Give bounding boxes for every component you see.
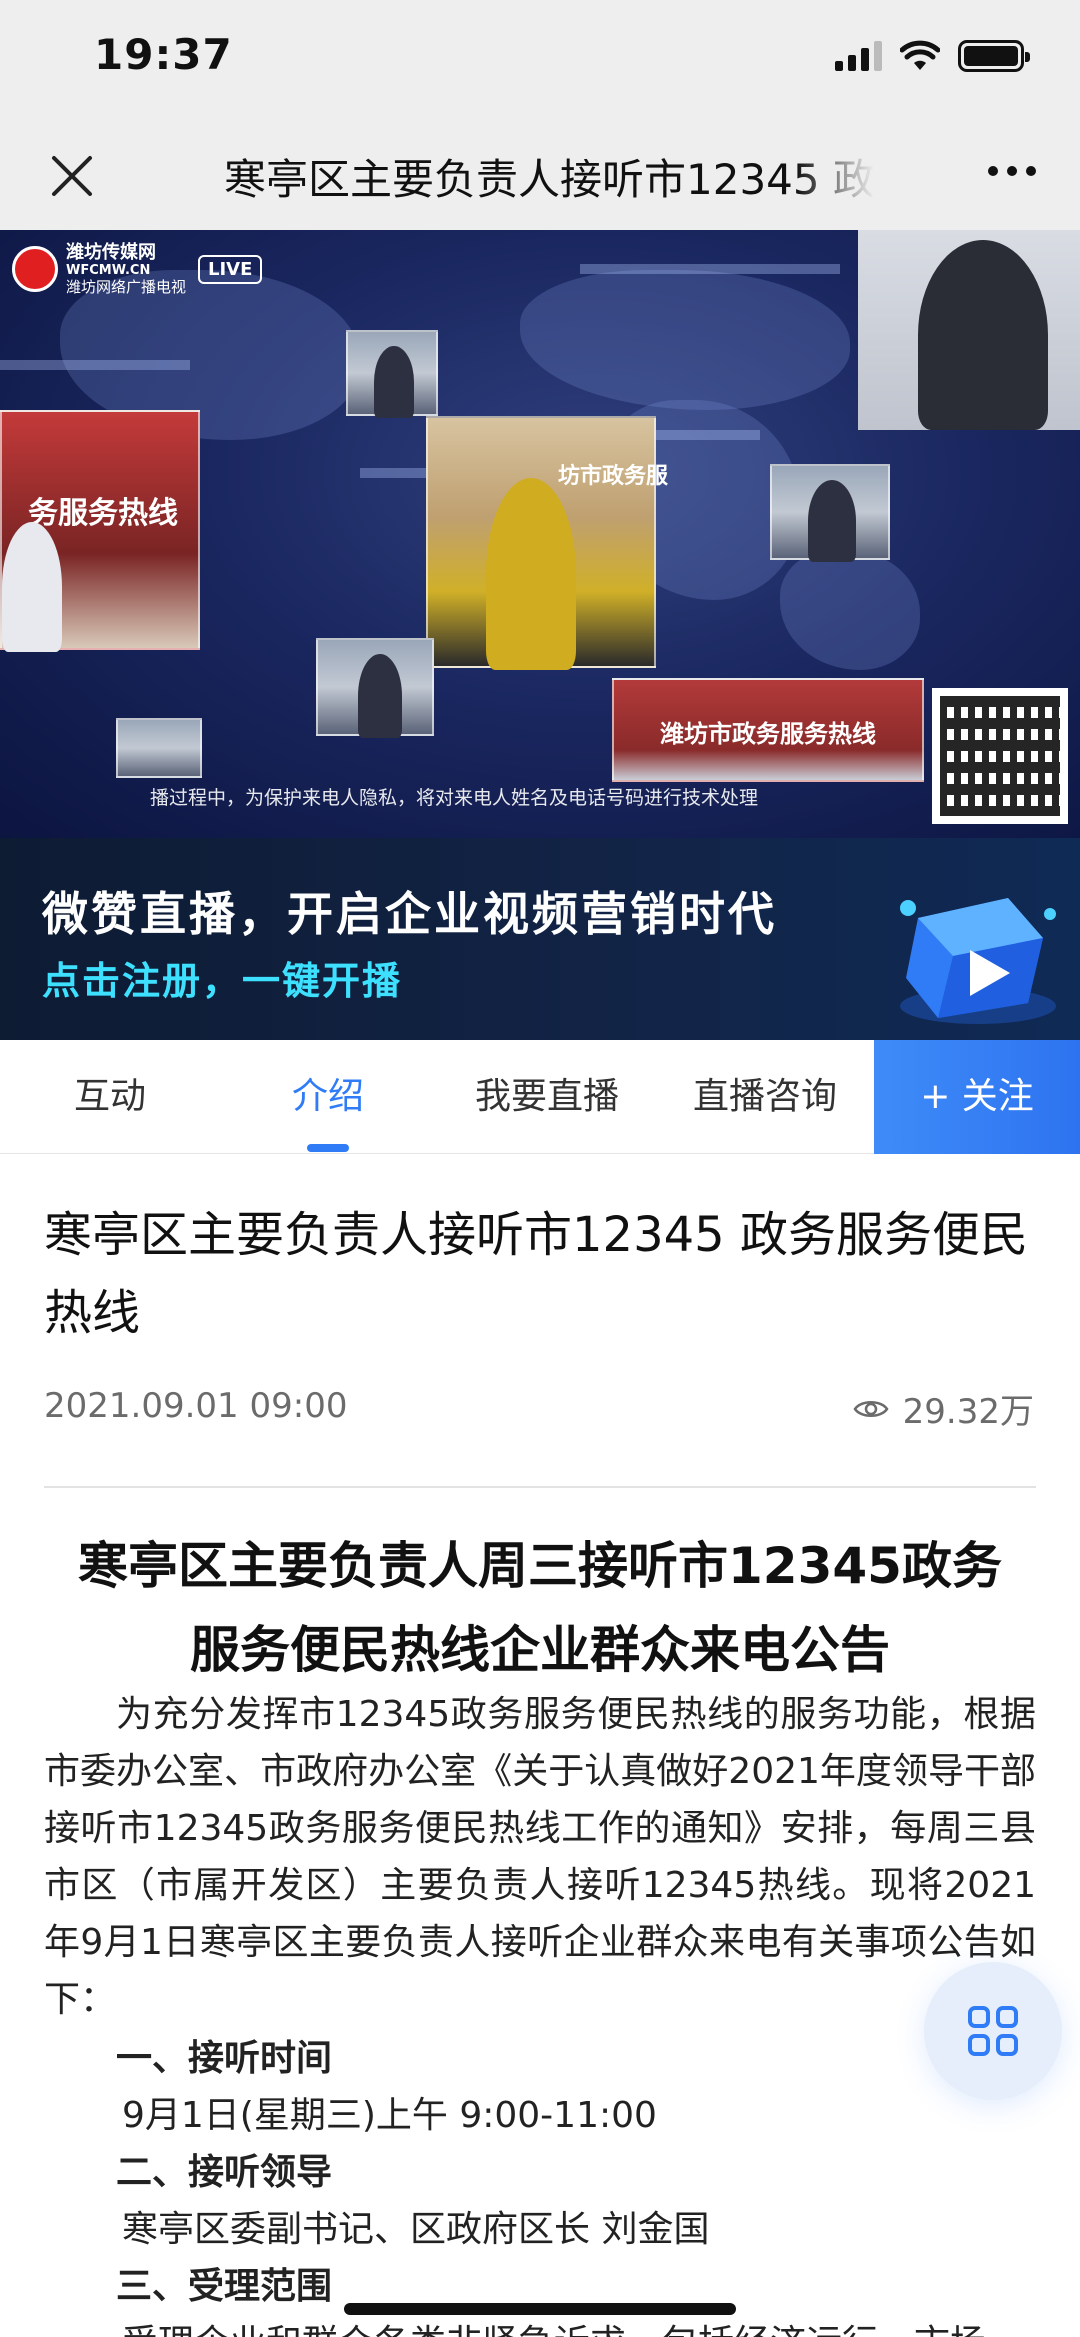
- video-panel-left: 务服务热线: [0, 410, 200, 652]
- video-panel-right: [770, 464, 890, 562]
- play-icon: [900, 898, 1056, 1024]
- status-icons: [835, 40, 1030, 72]
- status-time: 19:37: [94, 30, 233, 79]
- grid-icon: [968, 2006, 1018, 2056]
- video-panel-bottom: 潍坊市政务服务热线: [612, 678, 924, 782]
- home-indicator[interactable]: [344, 2303, 736, 2315]
- view-count-value: 29.32万: [902, 1392, 1034, 1432]
- battery-icon: [958, 40, 1030, 72]
- logo-line1: 潍坊传媒网: [66, 242, 156, 263]
- close-icon[interactable]: [44, 148, 100, 204]
- panel-center-label: 坊市政务服: [558, 464, 669, 489]
- video-panel-center: 坊市政务服: [426, 416, 668, 670]
- logo-line2: WFCMW.CN: [66, 263, 151, 278]
- station-logo-icon: [12, 246, 58, 292]
- section3-body: 受理企业和群众各类非紧急诉求，包括经济运行、市场: [44, 2315, 1036, 2337]
- video-panel-top-right: [858, 230, 1080, 430]
- tab-interaction[interactable]: 互动: [40, 1040, 180, 1154]
- notice-paragraph: 为充分发挥市12345政务服务便民热线的服务功能，根据市委办公室、市政府办公室《…: [44, 1694, 1036, 2020]
- nav-bar: 寒亭区主要负责人接听市12345 政务服务便民热线: [0, 120, 1080, 230]
- section2-body: 寒亭区委副书记、区政府区长 刘金国: [122, 2209, 710, 2250]
- ad-title: 微赞直播，开启企业视频营销时代: [42, 887, 777, 941]
- article-title: 寒亭区主要负责人接听市12345 政务服务便民热线: [44, 1207, 1028, 1341]
- qr-code: [932, 688, 1068, 824]
- tab-start-live[interactable]: 我要直播: [462, 1040, 632, 1154]
- video-caption: 播过程中，为保护来电人隐私，将对来电人姓名及电话号码进行技术处理: [150, 787, 759, 809]
- wifi-icon: [900, 40, 940, 70]
- eye-icon: [853, 1400, 889, 1417]
- live-badge: LIVE: [198, 254, 263, 284]
- tab-bar: 互动 介绍 我要直播 直播咨询 + 关注: [0, 1040, 1080, 1154]
- status-bar: 19:37: [0, 0, 1080, 120]
- video-panel-small-top: [346, 330, 438, 418]
- floating-menu-button[interactable]: [924, 1962, 1062, 2100]
- ad-subtitle: 点击注册，一键开播: [42, 959, 403, 1003]
- logo-line3: 潍坊网络广播电视: [66, 278, 187, 296]
- video-panel-small-bottom: [116, 718, 202, 778]
- panel-left-label: 务服务热线: [28, 496, 178, 531]
- notice-title: 寒亭区主要负责人周三接听市12345政务服务便民热线企业群众来电公告: [78, 1537, 1002, 1679]
- tab-active-indicator: [307, 1144, 349, 1152]
- ad-banner[interactable]: 微赞直播，开启企业视频营销时代 点击注册，一键开播: [0, 838, 1080, 1040]
- section1-head: 一、接听时间: [116, 2038, 333, 2079]
- live-video-player[interactable]: 潍坊传媒网 WFCMW.CN 潍坊网络广播电视 LIVE 务服务热线 坊市政务服…: [0, 230, 1080, 838]
- tab-intro[interactable]: 介绍: [258, 1040, 398, 1154]
- video-panel-small-mid: [316, 638, 434, 738]
- more-icon[interactable]: [988, 166, 1036, 176]
- publish-date: 2021.09.01 09:00: [44, 1386, 348, 1426]
- tab-live-consult[interactable]: 直播咨询: [680, 1040, 850, 1154]
- nav-title: 寒亭区主要负责人接听市12345 政务服务便民热线: [224, 155, 874, 204]
- section1-body: 9月1日(星期三)上午 9:00-11:00: [122, 2095, 657, 2136]
- follow-button[interactable]: + 关注: [874, 1040, 1080, 1154]
- signal-icon: [835, 41, 882, 71]
- view-count: 29.32万: [853, 1384, 1034, 1433]
- panel-bottom-label: 潍坊市政务服务热线: [660, 720, 876, 748]
- divider: [44, 1486, 1036, 1488]
- section2-head: 二、接听领导: [116, 2152, 333, 2193]
- tab-intro-label: 介绍: [291, 1076, 364, 1117]
- station-logo: 潍坊传媒网 WFCMW.CN 潍坊网络广播电视 LIVE: [12, 242, 263, 296]
